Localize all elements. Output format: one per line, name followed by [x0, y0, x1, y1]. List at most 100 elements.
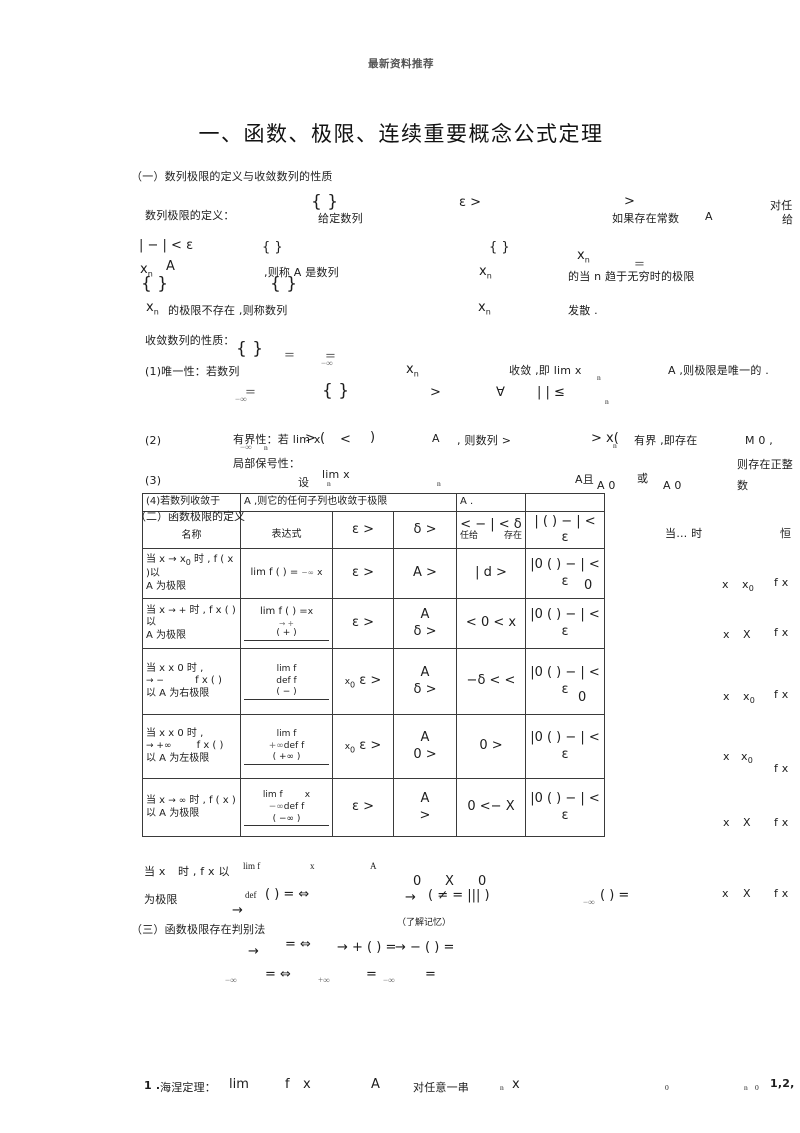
tail-def: def — [245, 890, 257, 900]
row4-cell-3 — [525, 493, 605, 512]
document-page: 最新资料推荐 一、函数、极限、连续重要概念公式定理 （一）数列极限的定义与收敛数… — [0, 0, 800, 1133]
header-any-given: 任给 — [460, 530, 479, 541]
row1-conc: |0 ( ) − | < ε — [525, 598, 605, 649]
when-column-header: 当… 时 — [665, 527, 703, 540]
row0-eps: ε > — [332, 548, 394, 599]
tail-zero2: 0 — [478, 874, 487, 889]
props-p2-M: M 0 , — [745, 434, 773, 447]
seq-brace-a: { } — [311, 192, 339, 212]
header-delta-cell: δ > — [393, 510, 457, 549]
table-row-4: (4)若数列收敛于 A ,则它的任何子列也收敛于极限 A . — [142, 493, 605, 512]
props-p1-inf: −∞ — [321, 358, 333, 368]
seq-given-sequence: 给定数列 — [318, 212, 363, 225]
seq-eps-gt: ε > — [459, 195, 482, 210]
tail-paren: ( ≠ = ||| ) — [428, 888, 490, 903]
props-p1-label: (1)唯一性：若数列 — [145, 365, 240, 378]
props-p2-num: (2) — [145, 434, 162, 447]
seq-divergent: 发散 . — [568, 304, 598, 317]
props-p2-A: A — [432, 432, 440, 445]
row3-cond: 0 > — [456, 714, 526, 779]
seq-brace-c: { } — [489, 240, 510, 255]
seq-brace-d: { } — [141, 274, 169, 294]
header-dots-right — [436, 63, 671, 64]
tail-arrow2: → — [405, 890, 416, 905]
tail-X: X — [445, 874, 454, 889]
props-p1-conv: 收敛 ,即 lim x — [509, 364, 582, 377]
judge2-eq2: = — [366, 967, 377, 982]
seq-brace-e: { } — [270, 274, 298, 294]
row0-name: 当 x → x0 时 , f ( x )以 A 为极限 — [142, 548, 241, 599]
row1-when-x: x — [723, 628, 730, 641]
row3-delta: A 0 > — [393, 714, 457, 779]
props-p1-n-sub: n — [597, 373, 601, 382]
header-eps-cell: ε > — [332, 510, 394, 549]
seq-if-exists-const: 如果存在常数 — [612, 212, 680, 225]
footer-lim: lim — [229, 1077, 249, 1092]
seq-of-limit: 的当 n 趋于无穷时的极限 — [568, 270, 695, 283]
tail-arrow: → — [232, 903, 243, 918]
row2-expr: lim f def f ( − ) — [240, 648, 333, 715]
row0-cond: | d > — [456, 548, 526, 599]
tail-A: A — [370, 861, 377, 871]
header-exists: 存在 — [503, 530, 522, 541]
row4b-delta: A > — [393, 778, 457, 837]
seq-xn-right: xn — [577, 248, 590, 265]
footer-x: x — [303, 1077, 311, 1092]
props-p2-rp: ) — [370, 430, 376, 445]
row3-when-x: x — [723, 750, 730, 763]
header-dots-left — [131, 63, 366, 64]
header-cond-cell: < − | < δ 任给 存在 — [456, 510, 526, 549]
tail-lim: lim f — [243, 861, 261, 871]
row4b-eps: ε > — [332, 778, 394, 837]
judge2-inf1: −∞ — [225, 975, 237, 985]
props-row-bars: | | ≤ — [537, 385, 565, 400]
row0-when-f: f x — [774, 576, 789, 589]
row1-when-X: X — [743, 628, 751, 641]
header-name-cell: （二）函数极限的定义 名称 — [135, 510, 245, 549]
props-p2-n: n — [264, 443, 268, 452]
props-row-inf: −∞ — [235, 394, 247, 404]
row0-expr: lim f ( ) = −∞ x — [240, 548, 333, 599]
section-heading-three: （三）函数极限存在判别法 — [131, 923, 266, 936]
footer-series: 1,2, — [770, 1077, 795, 1090]
props-p1-tail: A ,则极限是唯一的 . — [668, 364, 769, 377]
page-header: 最新资料推荐 — [131, 52, 671, 74]
table-row: 当 x x 0 时 , → +∞ f x ( ) 以 A 为左极限 lim f … — [142, 714, 605, 779]
props-p1-eq: = — [284, 348, 295, 363]
row2-zero: 0 — [578, 690, 587, 705]
props-heading: 收敛数列的性质： — [145, 334, 235, 347]
props-row-gt: > — [430, 385, 441, 400]
judge2-inf2: +∞ — [318, 975, 330, 985]
row3-conc: |0 ( ) − | < ε — [525, 714, 605, 779]
props-p3-set: 设 — [298, 476, 310, 489]
seq-brace-b: { } — [262, 240, 283, 255]
row4b-conc: |0 ( ) − | < ε — [525, 778, 605, 837]
judge-arrow: → — [248, 944, 259, 959]
props-p1-brace: { } — [236, 339, 264, 359]
row3-when-x0: x0 — [741, 750, 754, 766]
judge2-eq1: = ⇔ — [265, 967, 291, 982]
tail-when-x: 当 x — [144, 865, 166, 878]
section-heading-one: （一）数列极限的定义与收敛数列的性质 — [131, 170, 333, 183]
props-p3-or: 或 — [637, 472, 649, 485]
table-header-row: （二）函数极限的定义 名称 表达式 ε > δ > < − | < δ 任给 存… — [135, 510, 605, 549]
tail-eq: ( ) = — [600, 888, 630, 903]
props-p2-then: , 则数列 > — [457, 434, 512, 447]
footer-theorem: 海涅定理： — [160, 1081, 216, 1094]
footer-item-no: 1 . — [144, 1079, 161, 1092]
table-row: 当 x → + 时 , f x ( )以 A 为极限 lim f ( ) =x … — [142, 598, 605, 649]
row3-name: 当 x x 0 时 , → +∞ f x ( ) 以 A 为左极限 — [142, 714, 241, 779]
row4b-name: 当 x → ∞ 时 , f ( x ) 以 A 为极限 — [142, 778, 241, 837]
section-heading-two: （二）函数极限的定义 — [135, 509, 245, 523]
props-p3-then: 则存在正整 — [737, 458, 793, 471]
row2-when-f: f x — [774, 688, 789, 701]
row2-name: 当 x x 0 时 , → − f x ( ) 以 A 为右极限 — [142, 648, 241, 715]
tail-X2: X — [743, 887, 751, 900]
footer-zero: 0 — [665, 1083, 669, 1092]
row0-conc: |0 ( ) − | < ε — [525, 548, 605, 599]
props-p3-n2: n — [437, 479, 441, 488]
table-row: 当 x x 0 时 , → − f x ( ) 以 A 为右极限 lim f d… — [142, 648, 605, 715]
props-row-n: n — [605, 397, 609, 406]
row4b-when-x: x — [723, 816, 730, 829]
tail-fx: f x — [774, 887, 789, 900]
